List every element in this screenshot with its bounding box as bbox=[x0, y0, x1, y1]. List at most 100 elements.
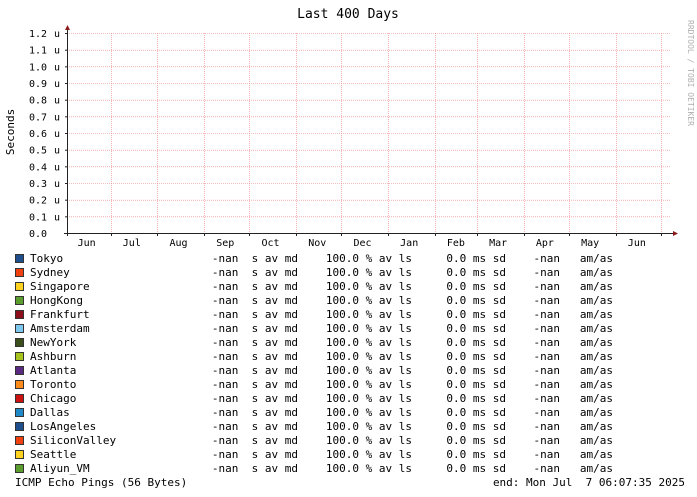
legend-avg-median: -nan s av md bbox=[211, 252, 298, 265]
legend-avg-median: -nan s av md bbox=[211, 378, 298, 391]
y-tick-label: 0.5 bbox=[29, 146, 47, 157]
y-tick-unit: u bbox=[54, 96, 60, 107]
legend-am-as: -nan am/as bbox=[533, 462, 613, 475]
legend-series-name: Singapore bbox=[30, 280, 90, 293]
legend-std-dev: 0.0 ms sd bbox=[446, 406, 506, 419]
legend-am-as: -nan am/as bbox=[533, 280, 613, 293]
y-axis-ticks: 0.00.1 u0.2 u0.3 u0.4 u0.5 u0.6 u0.7 u0.8 u0.9 u1… bbox=[29, 29, 68, 240]
legend-avg-loss: 100.0 % av ls bbox=[325, 350, 412, 363]
legend-am-as: -nan am/as bbox=[533, 252, 613, 265]
x-tick-label: Mar bbox=[489, 238, 507, 249]
legend-avg-median: -nan s av md bbox=[211, 336, 298, 349]
legend-avg-loss: 100.0 % av ls bbox=[325, 294, 412, 307]
legend-std-dev: 0.0 ms sd bbox=[446, 336, 506, 349]
legend-std-dev: 0.0 ms sd bbox=[446, 266, 506, 279]
y-tick-unit: u bbox=[54, 179, 60, 190]
legend-series-name: Atlanta bbox=[30, 364, 77, 377]
legend-series-name: Sydney bbox=[30, 266, 70, 279]
legend-avg-median: -nan s av md bbox=[211, 406, 298, 419]
legend-avg-loss: 100.0 % av ls bbox=[325, 378, 412, 391]
legend-swatch bbox=[15, 324, 24, 333]
legend-std-dev: 0.0 ms sd bbox=[446, 434, 506, 447]
legend-avg-loss: 100.0 % av ls bbox=[325, 462, 412, 475]
legend-am-as: -nan am/as bbox=[533, 308, 613, 321]
legend-am-as: -nan am/as bbox=[533, 266, 613, 279]
legend-swatch bbox=[15, 310, 24, 319]
legend-avg-median: -nan s av md bbox=[211, 350, 298, 363]
y-tick-unit: u bbox=[54, 79, 60, 90]
legend-avg-median: -nan s av md bbox=[211, 294, 298, 307]
y-tick-label: 1.1 bbox=[29, 46, 47, 57]
legend-swatch bbox=[15, 254, 24, 263]
legend-series-name: Ashburn bbox=[30, 350, 77, 363]
y-tick-unit: u bbox=[54, 112, 60, 123]
legend-am-as: -nan am/as bbox=[533, 392, 613, 405]
y-tick-unit: u bbox=[54, 46, 60, 57]
y-tick-label: 0.6 bbox=[29, 129, 47, 140]
legend-swatch bbox=[15, 436, 24, 445]
legend-avg-median: -nan s av md bbox=[211, 434, 298, 447]
legend-avg-median: -nan s av md bbox=[211, 322, 298, 335]
legend-swatch bbox=[15, 352, 24, 361]
y-axis-label: Seconds bbox=[4, 109, 17, 155]
legend-series-name: HongKong bbox=[30, 294, 83, 307]
x-tick-label: Nov bbox=[308, 238, 326, 249]
legend-std-dev: 0.0 ms sd bbox=[446, 462, 506, 475]
legend-avg-loss: 100.0 % av ls bbox=[325, 322, 412, 335]
legend-series-name: NewYork bbox=[30, 336, 77, 349]
legend-series-name: Chicago bbox=[30, 392, 77, 405]
legend-std-dev: 0.0 ms sd bbox=[446, 280, 506, 293]
x-tick-label: Dec bbox=[353, 238, 371, 249]
legend-std-dev: 0.0 ms sd bbox=[446, 350, 506, 363]
legend-swatch bbox=[15, 338, 24, 347]
legend-std-dev: 0.0 ms sd bbox=[446, 420, 506, 433]
legend-std-dev: 0.0 ms sd bbox=[446, 378, 506, 391]
y-tick-label: 1.0 bbox=[29, 62, 47, 73]
legend-avg-median: -nan s av md bbox=[211, 280, 298, 293]
y-tick-unit: u bbox=[54, 196, 60, 207]
footer-probe-description: ICMP Echo Pings (56 Bytes) bbox=[15, 476, 188, 489]
y-tick-unit: u bbox=[54, 162, 60, 173]
legend-am-as: -nan am/as bbox=[533, 350, 613, 363]
x-tick-label: Oct bbox=[261, 238, 279, 249]
y-tick-unit: u bbox=[54, 29, 60, 40]
legend-avg-loss: 100.0 % av ls bbox=[325, 308, 412, 321]
x-tick-label: Jun bbox=[78, 238, 96, 249]
legend-swatch bbox=[15, 268, 24, 277]
legend-avg-median: -nan s av md bbox=[211, 420, 298, 433]
legend-avg-median: -nan s av md bbox=[211, 364, 298, 377]
legend-series-name: Dallas bbox=[30, 406, 70, 419]
legend-avg-loss: 100.0 % av ls bbox=[325, 252, 412, 265]
y-tick-unit: u bbox=[54, 146, 60, 157]
legend-series-name: Frankfurt bbox=[30, 308, 90, 321]
legend-avg-loss: 100.0 % av ls bbox=[325, 266, 412, 279]
x-tick-label: Jan bbox=[400, 238, 418, 249]
legend-avg-loss: 100.0 % av ls bbox=[325, 434, 412, 447]
x-tick-label: Aug bbox=[170, 238, 188, 249]
legend-swatch bbox=[15, 380, 24, 389]
legend-std-dev: 0.0 ms sd bbox=[446, 448, 506, 461]
legend-avg-loss: 100.0 % av ls bbox=[325, 420, 412, 433]
legend-avg-median: -nan s av md bbox=[211, 308, 298, 321]
legend-std-dev: 0.0 ms sd bbox=[446, 308, 506, 321]
chart-grid bbox=[67, 33, 670, 233]
legend-avg-loss: 100.0 % av ls bbox=[325, 406, 412, 419]
y-tick-label: 0.9 bbox=[29, 79, 47, 90]
y-tick-label: 0.1 bbox=[29, 212, 47, 223]
chart-axes bbox=[64, 25, 678, 236]
legend-avg-median: -nan s av md bbox=[211, 392, 298, 405]
y-tick-label: 0.0 bbox=[29, 229, 47, 240]
y-tick-label: 0.2 bbox=[29, 196, 47, 207]
y-tick-label: 1.2 bbox=[29, 29, 47, 40]
ping-chart: Last 400 Days Seconds RRDTOOL / TOBI OET… bbox=[4, 7, 695, 249]
legend-swatch bbox=[15, 394, 24, 403]
legend-avg-loss: 100.0 % av ls bbox=[325, 448, 412, 461]
legend-swatch bbox=[15, 422, 24, 431]
x-tick-label: Jun bbox=[628, 238, 646, 249]
legend-avg-median: -nan s av md bbox=[211, 462, 298, 475]
chart-title: Last 400 Days bbox=[297, 7, 399, 22]
legend-series-name: SiliconValley bbox=[30, 434, 117, 447]
x-tick-label: Apr bbox=[536, 238, 554, 249]
y-tick-unit: u bbox=[54, 129, 60, 140]
rrdtool-watermark: RRDTOOL / TOBI OETIKER bbox=[686, 20, 695, 126]
